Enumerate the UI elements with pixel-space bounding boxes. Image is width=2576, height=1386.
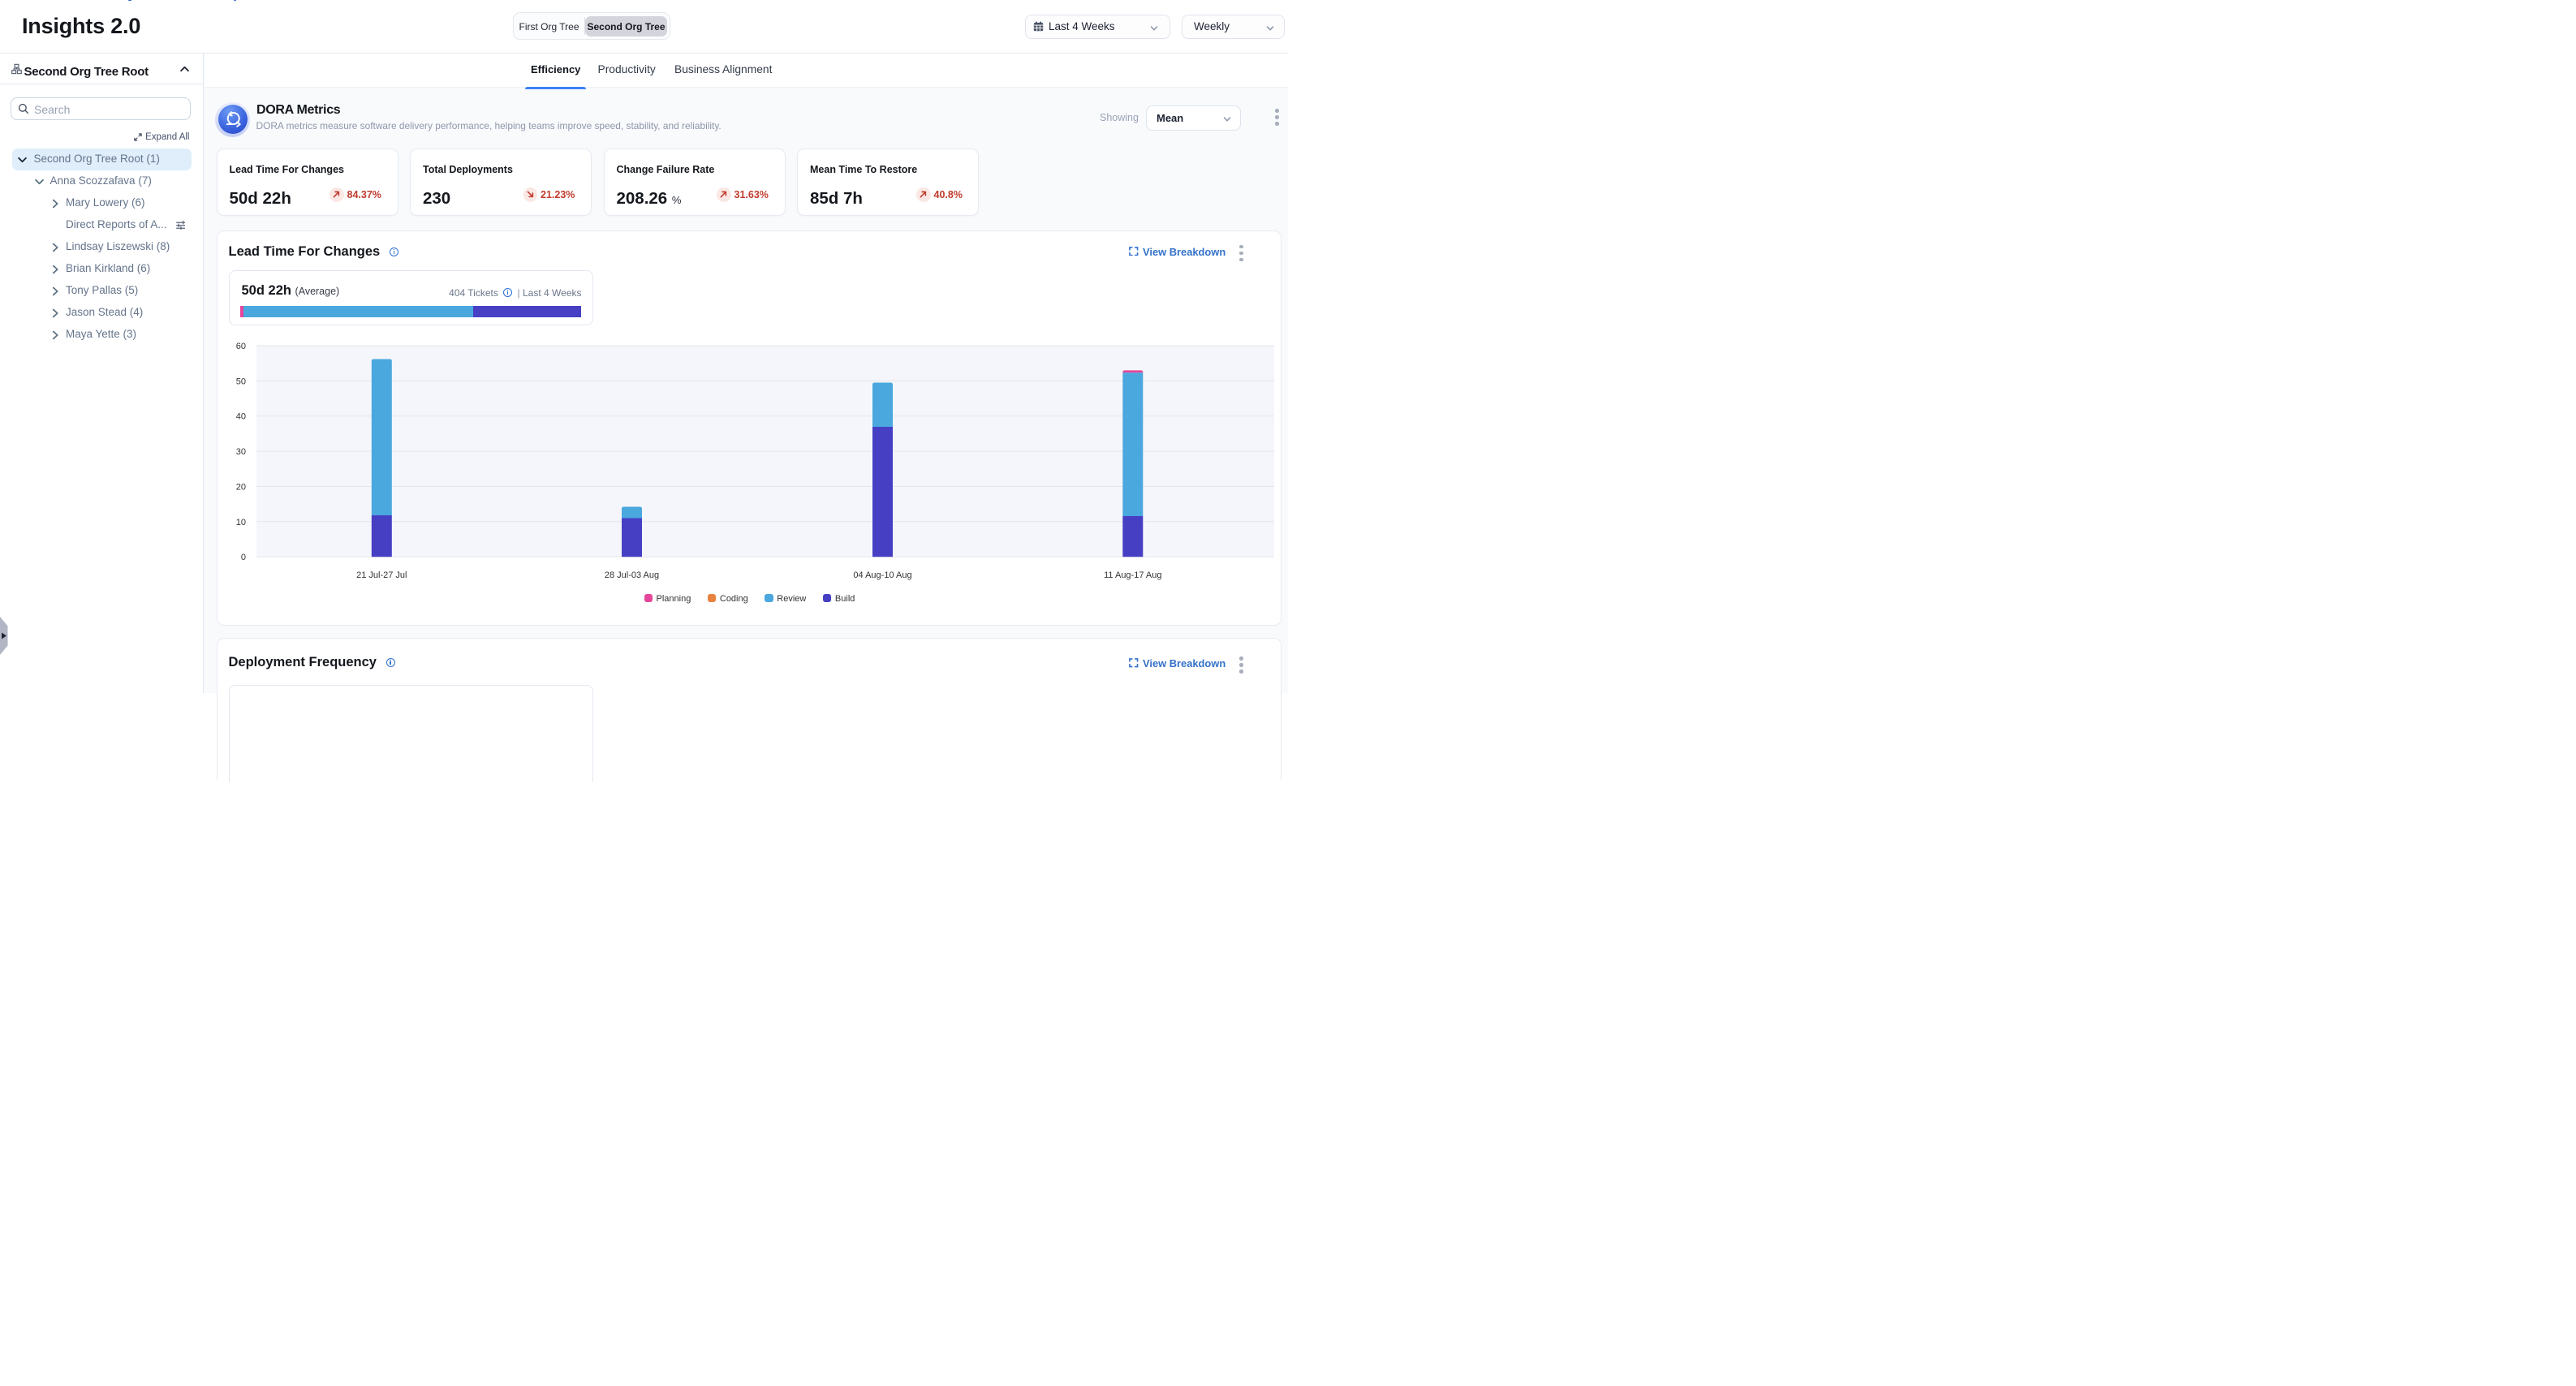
svg-text:11 Aug-17 Aug: 11 Aug-17 Aug [1104,570,1161,580]
svg-text:21 Jul-27 Jul: 21 Jul-27 Jul [356,570,407,580]
svg-text:0: 0 [240,553,245,562]
svg-text:40: 40 [235,411,245,421]
svg-text:04 Aug-10 Aug: 04 Aug-10 Aug [853,570,911,580]
svg-text:28 Jul-03 Aug: 28 Jul-03 Aug [604,570,658,580]
svg-text:20: 20 [235,482,245,492]
svg-text:30: 30 [235,447,245,457]
svg-text:50: 50 [235,377,245,386]
svg-text:10: 10 [235,517,245,527]
svg-text:60: 60 [235,342,245,351]
